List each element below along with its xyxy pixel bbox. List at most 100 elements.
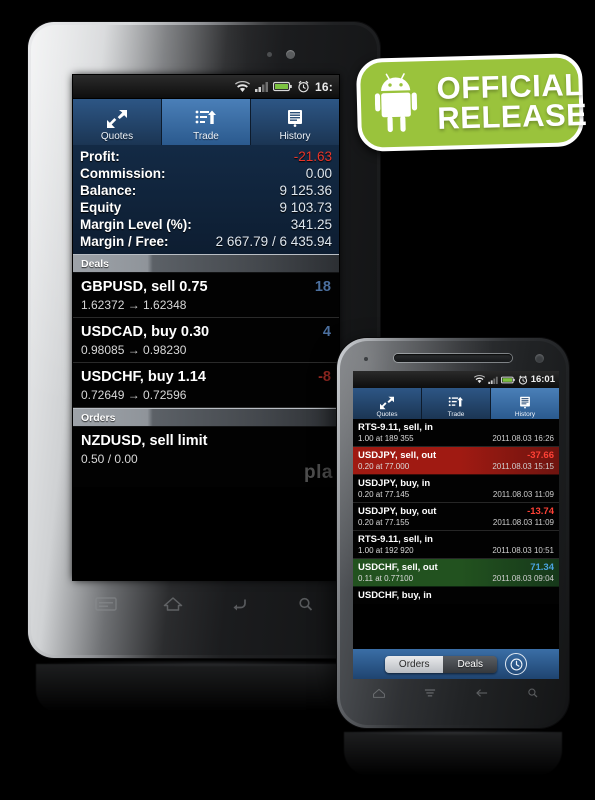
phone-navigation-bar[interactable] xyxy=(353,675,559,711)
alarm-icon xyxy=(518,375,527,385)
phone-speaker xyxy=(394,354,512,362)
home-icon[interactable] xyxy=(371,686,387,700)
order-prices: 0.50 / 0.00 xyxy=(81,452,138,466)
history-row[interactable]: USDJPY, buy, out -13.74 0.20 at 77.155 2… xyxy=(353,503,559,531)
history-volume: 0.20 at 77.155 xyxy=(358,518,410,527)
tab-quotes[interactable]: Quotes xyxy=(73,99,162,145)
order-row[interactable]: NZDUSD, sell limit 0.50 / 0.00 xyxy=(73,427,339,471)
history-date: 2011.08.03 15:15 xyxy=(492,462,554,471)
summary-row: Commission: 0.00 xyxy=(80,165,332,182)
summary-key: Balance: xyxy=(80,183,137,198)
history-volume: 1.00 at 192 920 xyxy=(358,546,414,555)
watermark-text: pla xyxy=(304,462,333,483)
menu-icon[interactable] xyxy=(95,596,117,612)
badge-line-2: RELEASE xyxy=(436,96,588,136)
history-list: RTS-9.11, sell, in 1.00 at 189 355 2011.… xyxy=(353,419,559,604)
tablet-tabbar[interactable]: Quotes Trade History xyxy=(73,99,339,145)
summary-row: Profit: -21.63 xyxy=(80,148,332,165)
summary-row: Balance: 9 125.36 xyxy=(80,182,332,199)
official-release-badge: OFFICIAL RELEASE xyxy=(355,53,588,152)
segmented-control[interactable]: Orders Deals xyxy=(384,655,498,673)
tablet-bezel: 16: Quotes Trade History Profit: -21.63 … xyxy=(31,25,377,655)
menu-icon[interactable] xyxy=(422,686,438,700)
summary-value: 2 667.79 / 6 435.94 xyxy=(215,234,332,249)
summary-key: Equity xyxy=(80,200,122,215)
phone-sensor-icon xyxy=(364,357,368,361)
back-icon[interactable] xyxy=(474,686,490,700)
history-symbol: RTS-9.11, sell, in xyxy=(358,422,433,433)
battery-icon xyxy=(500,376,515,383)
summary-key: Profit: xyxy=(80,149,120,164)
deal-profit: 18 xyxy=(314,279,331,295)
home-icon[interactable] xyxy=(162,596,184,612)
history-date: 2011.08.03 09:04 xyxy=(492,574,554,583)
tab-trade-label: Trade xyxy=(193,131,219,142)
history-symbol: USDJPY, buy, out xyxy=(358,506,437,517)
history-row[interactable]: RTS-9.11, sell, in 1.00 at 192 920 2011.… xyxy=(353,531,559,559)
orders-list: NZDUSD, sell limit 0.50 / 0.00 pla xyxy=(73,427,339,487)
summary-row: Margin / Free: 2 667.79 / 6 435.94 xyxy=(80,233,332,250)
wifi-icon xyxy=(473,375,485,384)
tab-history[interactable]: History xyxy=(251,99,339,145)
tablet-status-bar: 16: xyxy=(73,75,339,99)
deal-prices: 1.62372 → 1.62348 xyxy=(81,298,187,312)
android-robot-icon xyxy=(374,69,432,139)
deal-row[interactable]: USDCHF, buy 1.14 -8 0.72649 → 0.72596 xyxy=(73,363,339,408)
history-row[interactable]: RTS-9.11, sell, in 1.00 at 189 355 2011.… xyxy=(353,419,559,447)
screenshot-stage: 16: Quotes Trade History Profit: -21.63 … xyxy=(0,0,595,800)
tablet-navigation-bar[interactable] xyxy=(73,587,339,621)
order-symbol: NZDUSD, sell limit xyxy=(81,433,208,449)
deal-symbol: GBPUSD, sell 0.75 xyxy=(81,279,208,295)
history-row[interactable]: USDJPY, sell, out -37.66 0.20 at 77.000 … xyxy=(353,447,559,475)
battery-icon xyxy=(273,81,292,92)
quotes-arrows-icon xyxy=(379,395,395,411)
history-date: 2011.08.03 10:51 xyxy=(492,546,554,555)
trade-list-up-icon xyxy=(448,395,464,411)
deal-symbol: USDCAD, buy 0.30 xyxy=(81,324,210,340)
history-symbol: USDJPY, buy, in xyxy=(358,478,431,489)
clock-icon[interactable] xyxy=(505,653,528,675)
summary-row: Equity 9 103.73 xyxy=(80,199,332,216)
history-monitor-icon xyxy=(284,108,306,130)
history-row[interactable]: USDCHF, sell, out 71.34 0.11 at 0.77100 … xyxy=(353,559,559,587)
wifi-icon xyxy=(235,80,251,92)
search-icon[interactable] xyxy=(295,596,317,612)
phone-tab-history[interactable]: History xyxy=(491,388,559,419)
tab-history-label: History xyxy=(279,131,311,142)
phone-bezel: 16:01 Quotes Trade History RTS-9.11, sel… xyxy=(340,341,566,725)
history-volume: 0.20 at 77.145 xyxy=(358,490,410,499)
alarm-icon xyxy=(298,80,309,93)
phone-tab-history-label: History xyxy=(514,411,536,418)
deal-row[interactable]: GBPUSD, sell 0.75 18 1.62372 → 1.62348 xyxy=(73,273,339,318)
history-row[interactable]: USDJPY, buy, in 0.20 at 77.145 2011.08.0… xyxy=(353,475,559,503)
tab-trade[interactable]: Trade xyxy=(162,99,251,145)
phone-tabbar[interactable]: Quotes Trade History xyxy=(353,388,559,419)
account-summary: Profit: -21.63 Commission: 0.00 Balance:… xyxy=(73,145,339,254)
history-date: 2011.08.03 11:09 xyxy=(492,490,554,499)
deal-row[interactable]: USDCAD, buy 0.30 4 0.98085 → 0.98230 xyxy=(73,318,339,363)
history-profit: -13.74 xyxy=(527,506,554,517)
phone-reflection xyxy=(344,732,562,776)
phone-tab-quotes[interactable]: Quotes xyxy=(353,388,422,419)
history-symbol: USDJPY, sell, out xyxy=(358,450,437,461)
deals-list: GBPUSD, sell 0.75 18 1.62372 → 1.62348 U… xyxy=(73,273,339,408)
summary-value: 9 125.36 xyxy=(279,183,332,198)
deal-prices: 0.72649 → 0.72596 xyxy=(81,388,187,402)
search-icon[interactable] xyxy=(525,686,541,700)
history-symbol: RTS-9.11, sell, in xyxy=(358,534,433,545)
tablet-clock: 16: xyxy=(315,79,333,94)
phone-camera-icon xyxy=(535,354,544,363)
deal-prices: 0.98085 → 0.98230 xyxy=(81,343,187,357)
segment-orders[interactable]: Orders xyxy=(384,655,444,673)
phone-tab-quotes-label: Quotes xyxy=(376,411,398,418)
history-row[interactable]: USDCHF, buy, in xyxy=(353,587,559,604)
deal-profit: -8 xyxy=(318,369,331,385)
summary-value: 9 103.73 xyxy=(279,200,332,215)
segment-deals[interactable]: Deals xyxy=(443,655,498,673)
deal-symbol: USDCHF, buy 1.14 xyxy=(81,369,206,385)
tablet-sensor-icon xyxy=(267,52,272,57)
history-monitor-icon xyxy=(517,395,533,411)
back-icon[interactable] xyxy=(228,596,250,612)
phone-tab-trade[interactable]: Trade xyxy=(422,388,491,419)
phone-screen: 16:01 Quotes Trade History RTS-9.11, sel… xyxy=(353,371,559,679)
